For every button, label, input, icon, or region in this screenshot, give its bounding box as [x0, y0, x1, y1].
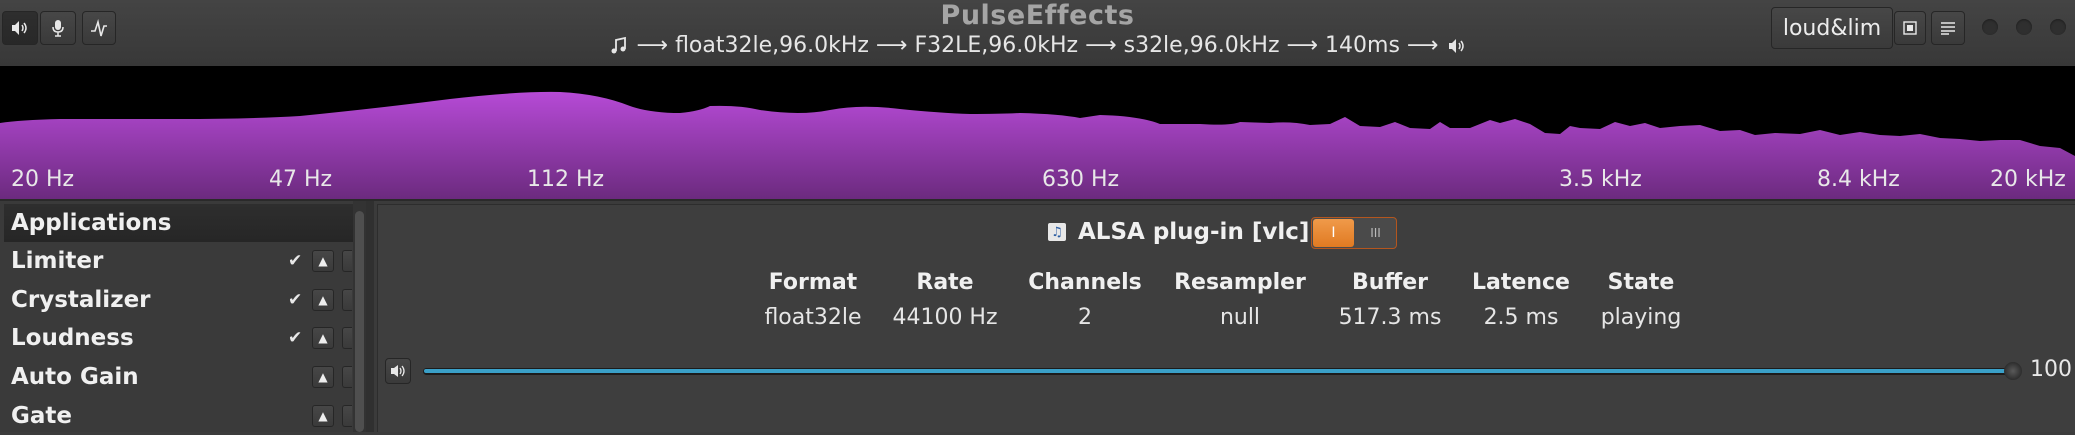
- move-up-button[interactable]: ▲: [312, 366, 334, 388]
- column-value: 2.5 ms: [1483, 305, 1559, 330]
- sidebar-item-label: Limiter: [11, 248, 104, 274]
- volume-slider-fill: [424, 369, 2012, 373]
- move-down-button[interactable]: [342, 366, 352, 388]
- sidebar-scrollbar[interactable]: [353, 201, 366, 432]
- column-rate: Rate 44100 Hz: [875, 270, 1015, 330]
- speaker-icon: [1449, 38, 1465, 53]
- move-down-button[interactable]: [342, 250, 352, 272]
- column-header: Buffer: [1351, 270, 1429, 295]
- pane-separator[interactable]: [366, 201, 374, 432]
- column-value: float32le: [764, 305, 862, 330]
- column-header: Rate: [916, 270, 974, 295]
- column-state: State playing: [1581, 270, 1701, 330]
- mute-button[interactable]: [385, 358, 411, 384]
- column-header: Channels: [1028, 270, 1142, 295]
- plugin-sidebar: Applications Limiter ✔ ▲ Crystalizer ✔ ▲…: [0, 201, 368, 432]
- freq-label-8-4khz: 8.4 kHz: [1817, 167, 1900, 192]
- column-format: Format float32le: [753, 270, 873, 330]
- speaker-icon: [391, 365, 405, 377]
- app-icon: ♫: [1048, 223, 1066, 241]
- sidebar-item-label: Gate: [11, 403, 72, 429]
- preset-button[interactable]: loud&lim: [1771, 7, 1893, 49]
- column-resampler: Resampler null: [1160, 270, 1320, 330]
- app-name: ALSA plug-in [vlc]: [1078, 219, 1310, 245]
- sidebar-item-gate[interactable]: Gate ▲: [4, 397, 354, 435]
- calibration-icon: [1903, 21, 1917, 35]
- move-up-button[interactable]: ▲: [312, 405, 334, 427]
- sidebar-item-loudness[interactable]: Loudness ✔ ▲: [4, 319, 354, 357]
- enabled-check-icon: ✔: [288, 328, 303, 348]
- pipeline-chain: ⟶ float32le,96.0kHz ⟶ F32LE,96.0kHz ⟶ s3…: [0, 33, 2075, 58]
- freq-label-20khz: 20 kHz: [1990, 167, 2066, 192]
- enabled-check-icon: ✔: [288, 251, 303, 271]
- menu-button[interactable]: [1931, 11, 1965, 45]
- column-value: 517.3 ms: [1338, 305, 1442, 330]
- freq-label-630hz: 630 Hz: [1042, 167, 1120, 192]
- maximize-button[interactable]: [2016, 19, 2032, 35]
- freq-label-112hz: 112 Hz: [527, 167, 605, 192]
- move-down-button[interactable]: [342, 327, 352, 349]
- sidebar-item-crystalizer[interactable]: Crystalizer ✔ ▲: [4, 281, 354, 319]
- music-note-icon: [611, 36, 626, 53]
- freq-label-47hz: 47 Hz: [269, 167, 333, 192]
- volume-slider-knob[interactable]: [2004, 362, 2022, 380]
- switch-off-segment: III: [1370, 226, 1381, 240]
- pipeline-text: ⟶ float32le,96.0kHz ⟶ F32LE,96.0kHz ⟶ s3…: [636, 33, 1439, 58]
- calibration-button[interactable]: [1894, 11, 1926, 45]
- sidebar-item-label: Applications: [11, 210, 172, 236]
- sidebar-item-limiter[interactable]: Limiter ✔ ▲: [4, 242, 354, 280]
- switch-on-segment: I: [1313, 219, 1354, 247]
- column-header: Resampler: [1174, 270, 1306, 295]
- freq-label-20hz: 20 Hz: [11, 167, 75, 192]
- menu-icon: [1941, 22, 1955, 35]
- column-channels: Channels 2: [1015, 270, 1155, 330]
- volume-value: 100: [2030, 357, 2072, 382]
- column-value: 44100 Hz: [892, 305, 998, 330]
- scrollbar-thumb[interactable]: [355, 211, 364, 432]
- app-enable-switch[interactable]: I III: [1311, 217, 1397, 249]
- move-up-button[interactable]: ▲: [312, 250, 334, 272]
- sidebar-item-applications[interactable]: Applications: [4, 204, 354, 242]
- sidebar-item-label: Auto Gain: [11, 364, 139, 390]
- column-buffer: Buffer 517.3 ms: [1320, 270, 1460, 330]
- volume-slider[interactable]: [423, 368, 2013, 375]
- minimize-button[interactable]: [1982, 19, 1998, 35]
- enabled-check-icon: ✔: [288, 290, 303, 310]
- column-header: State: [1607, 270, 1675, 295]
- column-header: Latence: [1472, 270, 1570, 295]
- sidebar-item-auto-gain[interactable]: Auto Gain ▲: [4, 358, 354, 396]
- close-button[interactable]: [2050, 19, 2066, 35]
- column-value: 2: [1078, 305, 1092, 330]
- move-up-button[interactable]: ▲: [312, 327, 334, 349]
- header-bar: PulseEffects ⟶ float32le,96.0kHz ⟶ F32LE…: [0, 0, 2075, 66]
- column-latence: Latence 2.5 ms: [1461, 270, 1581, 330]
- app-title: PulseEffects: [940, 0, 1135, 31]
- sidebar-item-label: Loudness: [11, 325, 134, 351]
- move-down-button[interactable]: [342, 289, 352, 311]
- move-down-button[interactable]: [342, 405, 352, 427]
- move-up-button[interactable]: ▲: [312, 289, 334, 311]
- column-value: playing: [1600, 305, 1682, 330]
- column-value: null: [1219, 305, 1261, 330]
- sidebar-item-label: Crystalizer: [11, 287, 151, 313]
- column-header: Format: [768, 270, 858, 295]
- freq-label-3-5khz: 3.5 kHz: [1559, 167, 1642, 192]
